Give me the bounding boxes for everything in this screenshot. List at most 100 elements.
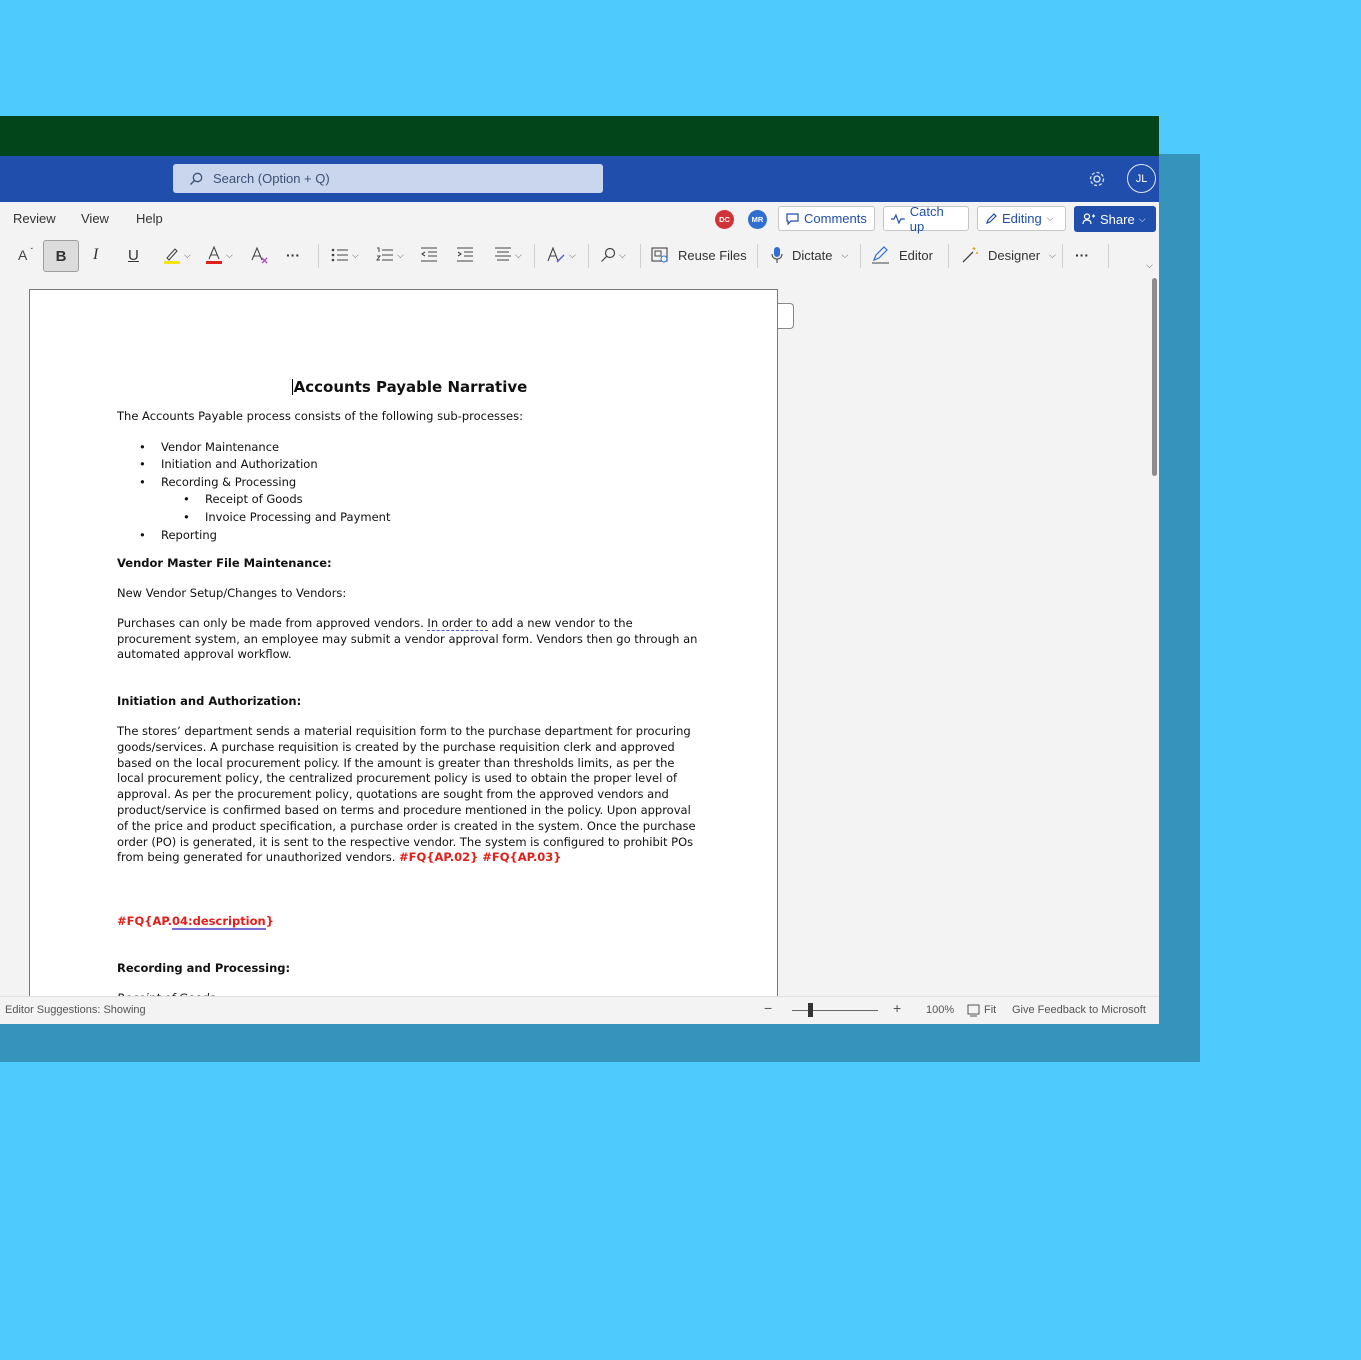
ribbon-tabs: Review View Help DC MR Comments Catch up…	[0, 202, 1159, 236]
styles-icon	[547, 246, 565, 263]
title-bar	[0, 116, 1159, 156]
document-page[interactable]: Accounts Payable Narrative The Accounts …	[29, 289, 778, 1009]
more-icon: ···	[286, 247, 300, 263]
font-color-button[interactable]: ⌵	[205, 236, 233, 274]
new-vendor-paragraph: New Vendor Setup/Changes to Vendors:	[117, 585, 347, 600]
decrease-indent-button[interactable]	[420, 236, 438, 274]
designer-button[interactable]: Designer ⌵	[961, 236, 1056, 274]
chevron-down-icon: ⌵	[1138, 213, 1146, 224]
command-bar: Search (Option + Q) JL	[0, 156, 1159, 202]
more-font-options[interactable]: ···	[286, 236, 300, 274]
zoom-in-button[interactable]: +	[893, 1000, 901, 1016]
divider	[757, 244, 758, 268]
divider	[1108, 244, 1109, 268]
coauthor-avatar-dc[interactable]: DC	[715, 210, 734, 229]
dictate-label: Dictate	[792, 247, 833, 263]
status-bar: Editor Suggestions: Showing − + 100% Fit…	[0, 996, 1159, 1024]
clear-formatting-button[interactable]	[250, 236, 270, 274]
find-button[interactable]: ⌵	[600, 236, 626, 274]
chevron-down-icon: ⌵	[226, 249, 233, 260]
feedback-link[interactable]: Give Feedback to Microsoft	[1012, 1004, 1146, 1016]
italic-button[interactable]: I	[93, 236, 98, 274]
styles-button[interactable]: ⌵	[546, 236, 576, 274]
reuse-files-label: Reuse Files	[678, 247, 747, 263]
sub-list-item: Receipt of Goods	[117, 491, 702, 509]
list-item: Vendor Maintenance	[117, 439, 702, 457]
page-side-tab[interactable]	[777, 303, 794, 329]
user-avatar[interactable]: JL	[1127, 164, 1156, 193]
heading-recording: Recording and Processing:	[117, 960, 291, 975]
increase-indent-icon	[457, 247, 473, 262]
field-tags: #FQ{AP.02} #FQ{AP.03}	[399, 850, 562, 865]
editor-button[interactable]: Editor	[871, 236, 933, 274]
word-window: Search (Option + Q) JL Review View Help …	[0, 116, 1159, 1024]
zoom-level[interactable]: 100%	[926, 1004, 954, 1016]
chevron-down-icon: ⌵	[1046, 213, 1054, 223]
search-icon	[190, 172, 203, 185]
designer-label: Designer	[988, 247, 1041, 263]
coauthor-avatar-mr[interactable]: MR	[748, 210, 767, 229]
reuse-files-icon	[651, 246, 668, 263]
document-canvas: Accounts Payable Narrative The Accounts …	[0, 274, 1159, 1009]
reuse-files-button[interactable]: Reuse Files	[651, 236, 747, 274]
text-cursor	[291, 379, 293, 395]
grammar-suggestion[interactable]: In order to	[427, 615, 488, 631]
chevron-down-icon: ⌵	[515, 249, 522, 260]
dictate-button[interactable]: Dictate ⌵	[771, 236, 848, 274]
list-item: Initiation and Authorization	[117, 456, 702, 474]
document-body[interactable]: Accounts Payable Narrative The Accounts …	[117, 379, 702, 1021]
bold-icon: B	[55, 247, 67, 265]
align-icon	[495, 247, 511, 261]
catch-up-button[interactable]: Catch up	[883, 204, 969, 234]
bullet-list-icon	[331, 248, 348, 262]
decrease-indent-icon	[421, 247, 437, 262]
intro-paragraph: The Accounts Payable process consists of…	[117, 408, 523, 423]
description-tag: #FQ{AP.04:description}	[117, 914, 274, 931]
font-size-button[interactable]: Aˇ	[18, 236, 33, 274]
editing-mode-button[interactable]: Editing ⌵	[977, 206, 1066, 231]
microphone-icon	[771, 247, 783, 263]
chevron-down-icon: ⌵	[397, 249, 404, 260]
numbering-button[interactable]: ⌵	[376, 236, 404, 274]
zoom-slider[interactable]	[792, 1010, 878, 1011]
subprocess-list: Vendor Maintenance Initiation and Author…	[117, 439, 702, 545]
zoom-slider-handle[interactable]	[808, 1003, 813, 1017]
align-button[interactable]: ⌵	[494, 236, 522, 274]
chevron-down-icon: ⌵	[841, 249, 849, 260]
numbered-list-icon	[376, 247, 393, 261]
tab-review[interactable]: Review	[13, 211, 56, 226]
underline-button[interactable]: U	[128, 236, 139, 274]
purchases-paragraph: Purchases can only be made from approved…	[117, 615, 698, 662]
home-toolbar: Aˇ B I U ⌵ ⌵ ··· ⌵ ⌵ ⌵ ⌵ ⌵ Reuse Files D…	[0, 236, 1159, 276]
highlight-button[interactable]: ⌵	[163, 236, 191, 274]
editor-suggestions-status[interactable]: Editor Suggestions: Showing	[5, 1004, 146, 1016]
share-label: Share	[1100, 211, 1135, 227]
stores-paragraph: The stores’ department sends a material …	[117, 723, 696, 865]
bullets-button[interactable]: ⌵	[331, 236, 359, 274]
fit-button[interactable]: Fit	[984, 1004, 996, 1016]
heading-initiation: Initiation and Authorization:	[117, 694, 302, 709]
chevron-down-icon: ⌵	[184, 249, 191, 260]
magic-wand-icon	[962, 247, 978, 263]
tab-help[interactable]: Help	[136, 211, 163, 226]
tab-view[interactable]: View	[81, 211, 109, 226]
share-button[interactable]: Share ⌵	[1074, 206, 1156, 232]
divider	[588, 244, 589, 268]
comment-icon	[786, 212, 799, 225]
divider	[860, 244, 861, 268]
chevron-down-icon: ⌵	[619, 249, 626, 260]
bold-button[interactable]: B	[43, 240, 79, 272]
vertical-scrollbar[interactable]	[1152, 278, 1157, 476]
zoom-out-button[interactable]: −	[764, 1000, 772, 1016]
spelling-suggestion[interactable]: 04:description	[172, 914, 266, 931]
increase-indent-button[interactable]	[456, 236, 474, 274]
divider	[534, 244, 535, 268]
list-item: Reporting	[117, 527, 702, 545]
gear-icon[interactable]	[1087, 169, 1107, 189]
chevron-down-icon: ⌵	[352, 249, 359, 260]
comments-button[interactable]: Comments	[778, 206, 875, 231]
chevron-down-icon: ⌵	[569, 249, 576, 260]
search-box[interactable]: Search (Option + Q)	[173, 164, 603, 193]
more-options-button[interactable]: ···	[1075, 236, 1089, 274]
pencil-icon	[986, 212, 997, 224]
